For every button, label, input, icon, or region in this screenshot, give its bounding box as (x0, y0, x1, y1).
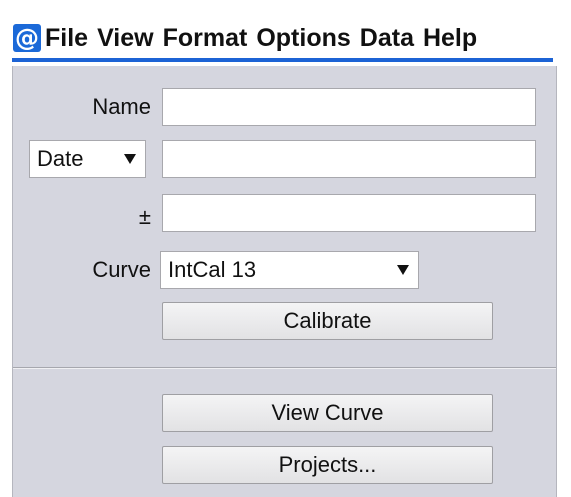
date-input[interactable] (162, 140, 536, 178)
calibration-panel: Name Date ± Curve IntCal 13 Calibrate Vi… (12, 66, 557, 497)
menu-bar-underline (12, 58, 553, 62)
dropdown-arrow-icon (397, 265, 409, 275)
section-divider (13, 367, 556, 369)
app-logo-icon[interactable]: @ (13, 24, 41, 52)
name-input[interactable] (162, 88, 536, 126)
menu-data[interactable]: Data (360, 24, 414, 52)
curve-select[interactable]: IntCal 13 (160, 251, 419, 289)
projects-button[interactable]: Projects... (162, 446, 493, 484)
curve-label: Curve (92, 257, 151, 282)
menu-file[interactable]: File (45, 24, 88, 52)
menu-view[interactable]: View (97, 24, 154, 52)
menu-options[interactable]: Options (256, 24, 350, 52)
menu-help[interactable]: Help (423, 24, 477, 52)
date-type-select-value: Date (37, 146, 84, 171)
name-label: Name (92, 94, 151, 119)
view-curve-button[interactable]: View Curve (162, 394, 493, 432)
app-window: @ File View Format Options Data Help Nam… (0, 0, 571, 497)
curve-select-value: IntCal 13 (168, 257, 257, 282)
dropdown-arrow-icon (124, 154, 136, 164)
error-input[interactable] (162, 194, 536, 232)
calibrate-button[interactable]: Calibrate (162, 302, 493, 340)
date-type-select[interactable]: Date (29, 140, 146, 178)
menu-format[interactable]: Format (163, 24, 248, 52)
error-label: ± (138, 204, 151, 229)
